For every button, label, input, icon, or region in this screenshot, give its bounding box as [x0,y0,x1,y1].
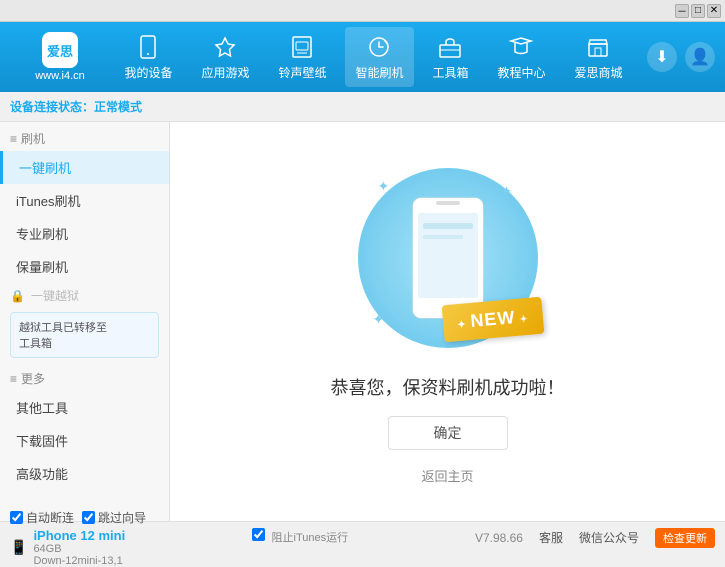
wechat-link[interactable]: 微信公众号 [579,529,639,546]
hero-area: ✦ ✦ ✦ NEW [331,158,565,485]
itunes-flash-label: iTunes刷机 [16,191,81,210]
sidebar-item-download-firmware[interactable]: 下载固件 [0,424,169,457]
device-info: iPhone 12 mini 64GB Down-12mini-13,1 [33,528,125,567]
sidebar-item-pro-flash[interactable]: 专业刷机 [0,217,169,250]
status-value: 正常模式 [94,100,142,114]
logo-icon: 爱思 [42,32,78,68]
section-icon-more: ≡ [10,372,17,386]
nav-item-store[interactable]: 爱思商城 [564,27,632,87]
download-button[interactable]: ⬇ [647,42,677,72]
jailbreak-label: 一键越狱 [31,287,79,304]
apps-icon [211,33,239,61]
status-bar: 设备连接状态：正常模式 [0,92,725,122]
sidebar-item-save-flash[interactable]: 保量刷机 [0,250,169,283]
footer-right: V7.98.66 客服 微信公众号 检查更新 [475,528,715,548]
header-actions: ⬇ 👤 [647,42,715,72]
one-key-flash-label: 一键刷机 [19,158,71,177]
itunes-notice: 阻止iTunes运行 [252,528,348,545]
footer-device-row: 📱 iPhone 12 mini 64GB Down-12mini-13,1 [10,528,146,567]
pro-flash-label: 专业刷机 [16,224,68,243]
device-storage: 64GB [33,543,125,555]
version-text: V7.98.66 [475,531,523,545]
device-phone-icon: 📱 [10,539,27,556]
nav-item-toolbox[interactable]: 工具箱 [422,27,478,87]
nav-label-my-device: 我的设备 [124,64,172,81]
jailbreak-section: 🔒 一键越狱 [0,283,169,308]
sidebar-item-itunes-flash[interactable]: iTunes刷机 [0,184,169,217]
nav-item-ringtones[interactable]: 铃声壁纸 [268,27,336,87]
sparkle-3: ✦ [373,311,385,328]
customer-service-link[interactable]: 客服 [539,529,563,546]
itunes-notice-checkbox[interactable] [252,528,265,541]
nav-item-smart-flash[interactable]: 智能刷机 [345,27,413,87]
auto-close-input[interactable] [10,511,23,524]
device-name: iPhone 12 mini [33,528,125,543]
other-tools-label: 其他工具 [16,398,68,417]
success-text: 恭喜您，保资料刷机成功啦！ [331,374,565,400]
skip-guide-input[interactable] [82,511,95,524]
nav-label-apps: 应用游戏 [201,64,249,81]
new-badge: NEW [441,297,544,343]
download-firmware-label: 下载固件 [16,431,68,450]
logo-area[interactable]: 爱思 www.i4.cn [10,32,110,82]
nav-item-apps-games[interactable]: 应用游戏 [191,27,259,87]
nav-item-my-device[interactable]: 我的设备 [114,27,182,87]
section-icon-flash: ≡ [10,132,17,146]
tutorial-icon [507,33,535,61]
status-label: 设备连接状态： [10,100,94,114]
itunes-notice-text: 阻止iTunes运行 [272,532,349,544]
confirm-button[interactable]: 确定 [388,416,508,450]
nav-label-smart-flash: 智能刷机 [355,64,403,81]
section-label-more: 更多 [21,370,45,387]
sparkle-2: ✦ [501,183,513,200]
check-update-button[interactable]: 检查更新 [655,528,715,548]
jailbreak-notice-text: 越狱工具已转移至 工具箱 [19,322,107,350]
sidebar-item-advanced[interactable]: 高级功能 [0,457,169,490]
nav-label-tutorial: 教程中心 [497,64,545,81]
section-header-flash: ≡ 刷机 [0,122,169,151]
sidebar-item-other-tools[interactable]: 其他工具 [0,391,169,424]
maximize-button[interactable]: □ [691,4,705,18]
my-device-icon [134,33,162,61]
sidebar: ≡ 刷机 一键刷机 iTunes刷机 专业刷机 保量刷机 🔒 一键越狱 越狱工具… [0,122,170,521]
save-flash-label: 保量刷机 [16,257,68,276]
logo-text: www.i4.cn [35,70,85,82]
nav-item-tutorial[interactable]: 教程中心 [487,27,555,87]
nav-label-ringtones: 铃声壁纸 [278,64,326,81]
sidebar-item-one-key-flash[interactable]: 一键刷机 [0,151,169,184]
phone-container: ✦ ✦ ✦ NEW [348,158,548,358]
store-icon [584,33,612,61]
return-link[interactable]: 返回主页 [421,466,473,485]
nav-items: 我的设备 应用游戏 铃声壁纸 [110,27,637,87]
device-firmware: Down-12mini-13,1 [33,555,125,567]
user-button[interactable]: 👤 [685,42,715,72]
sparkle-1: ✦ [378,178,390,195]
section-label-flash: 刷机 [21,130,45,147]
nav-label-toolbox: 工具箱 [432,64,468,81]
jailbreak-notice: 越狱工具已转移至 工具箱 [10,312,159,358]
lock-icon: 🔒 [10,289,25,303]
minimize-button[interactable]: － [675,4,689,18]
toolbox-icon [436,33,464,61]
advanced-label: 高级功能 [16,464,68,483]
nav-label-store: 爱思商城 [574,64,622,81]
footer: 自动断连 跳过向导 📱 iPhone 12 mini 64GB Down-12m… [0,521,725,553]
main-panel: ✦ ✦ ✦ NEW [170,122,725,521]
smart-flash-icon [365,33,393,61]
section-header-more: ≡ 更多 [0,362,169,391]
close-button[interactable]: ✕ [707,4,721,18]
content-area: ≡ 刷机 一键刷机 iTunes刷机 专业刷机 保量刷机 🔒 一键越狱 越狱工具… [0,122,725,521]
ringtone-icon [288,33,316,61]
title-bar: － □ ✕ [0,0,725,22]
header: 爱思 www.i4.cn 我的设备 应用游戏 [0,22,725,92]
